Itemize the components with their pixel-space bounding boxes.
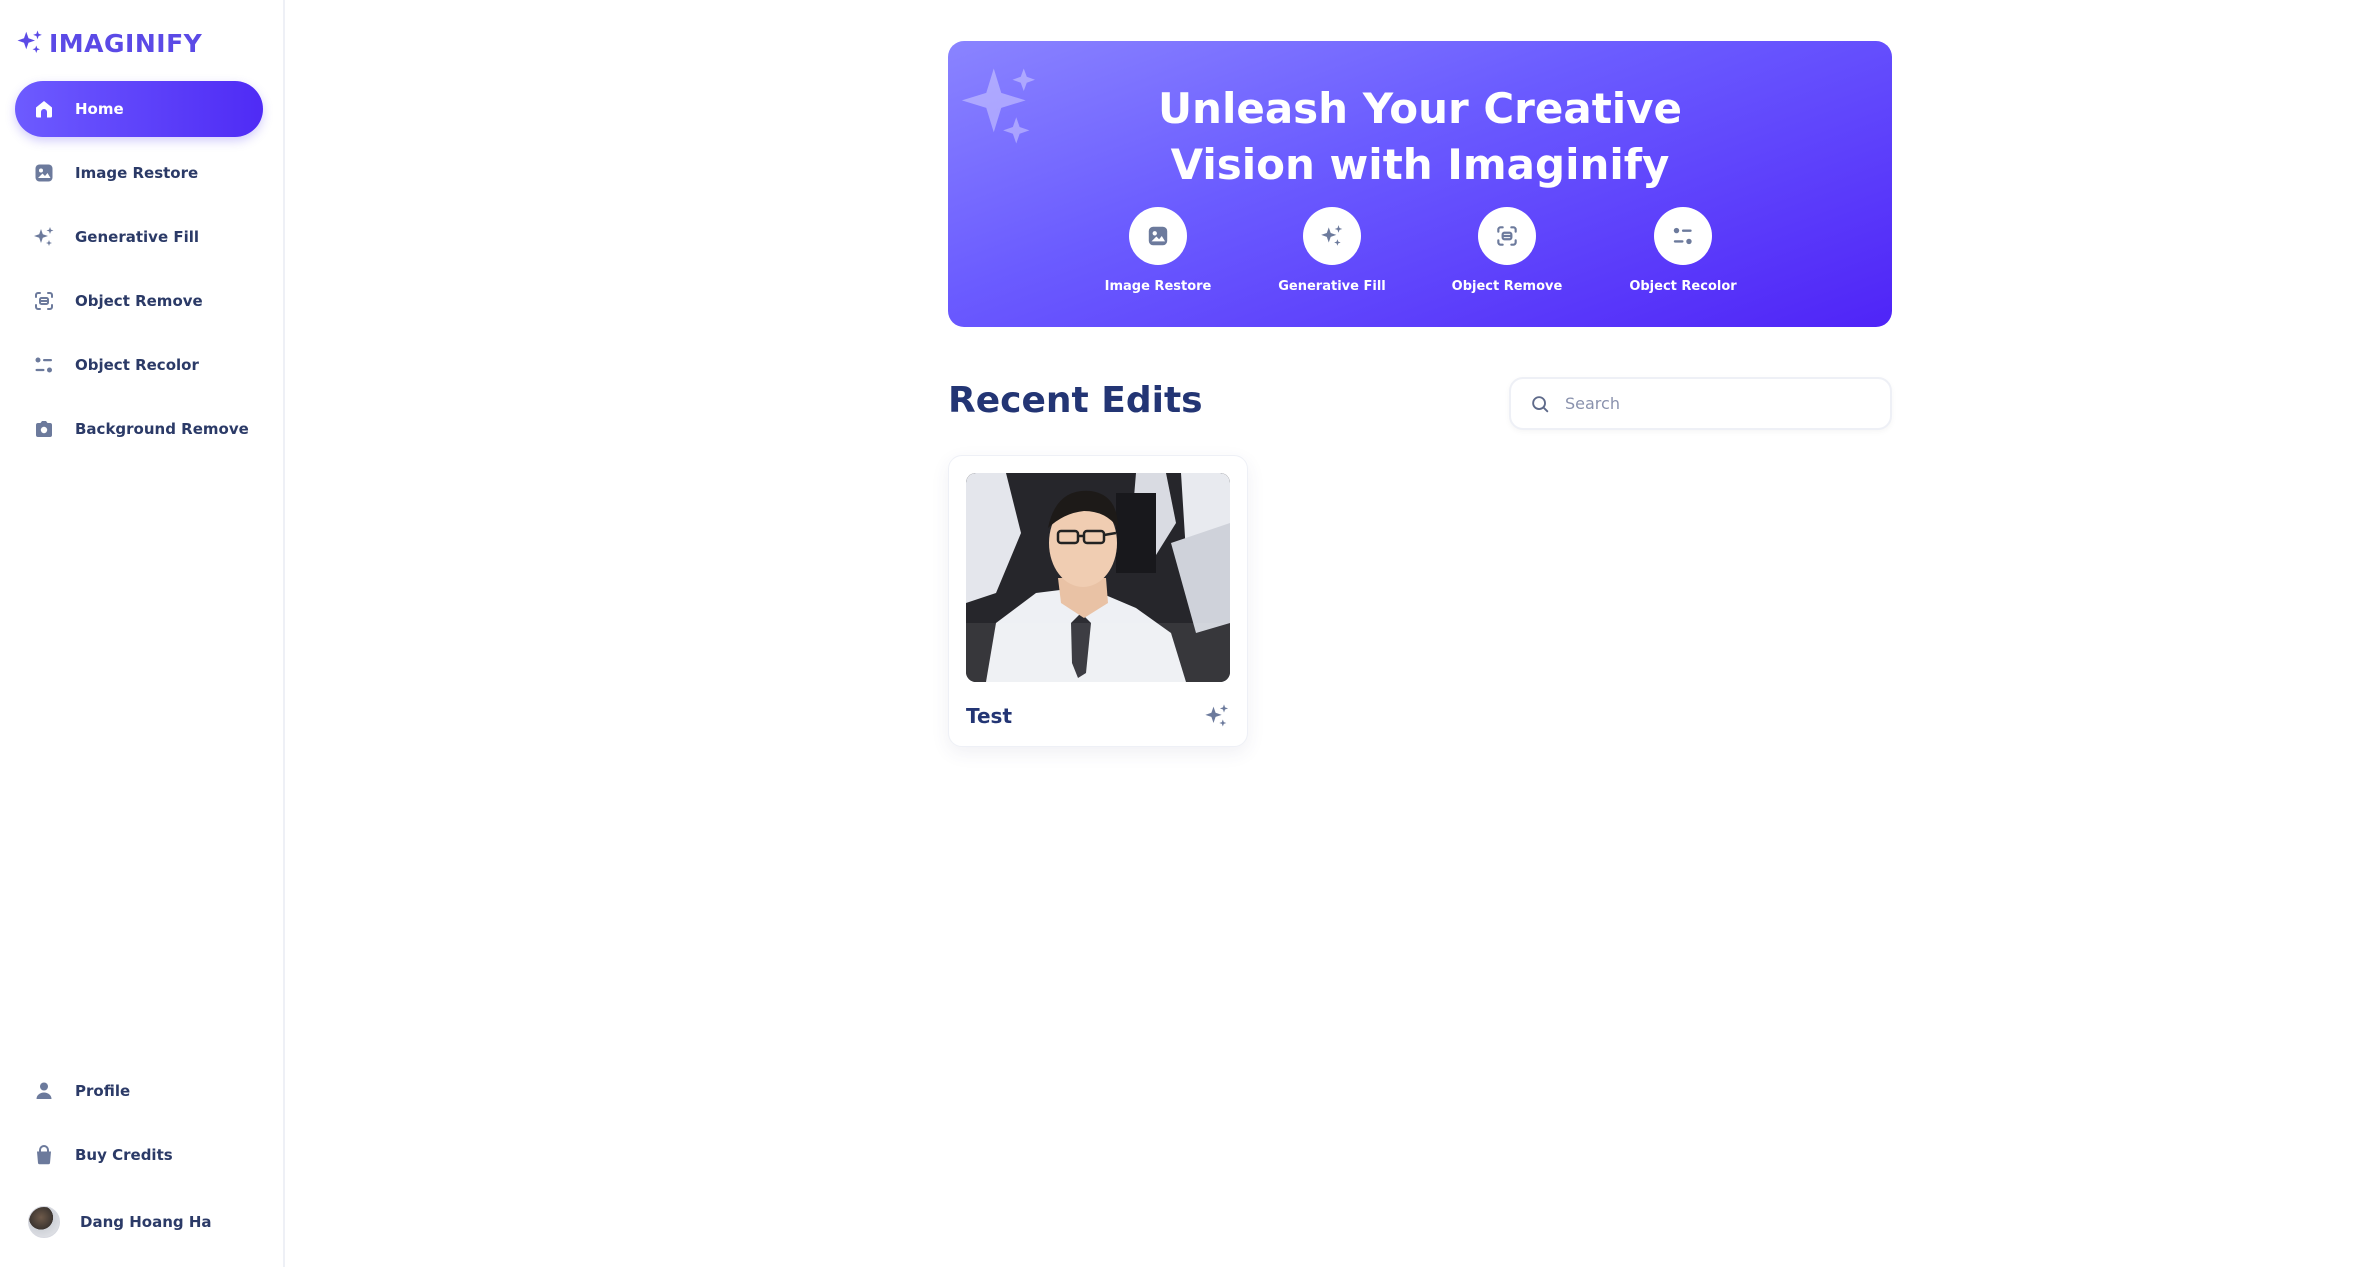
recent-edit-title: Test <box>966 704 1013 728</box>
sidebar-item-label: Object Remove <box>75 292 203 310</box>
stars-icon <box>1205 704 1229 727</box>
image-icon <box>31 160 57 186</box>
sidebar-item-label: Home <box>75 100 124 118</box>
quick-action-label: Object Recolor <box>1629 279 1737 294</box>
sidebar-item-label: Profile <box>75 1082 131 1100</box>
filter-icon <box>31 352 57 378</box>
quick-action-button[interactable] <box>1129 207 1187 265</box>
sidebar-item-object-recolor[interactable]: Object Recolor <box>15 337 263 393</box>
logo-stars-icon <box>17 30 42 53</box>
sidebar-item-label: Buy Credits <box>75 1146 173 1164</box>
quick-action-label: Image Restore <box>1104 279 1212 294</box>
sidebar-item-label: Background Remove <box>75 420 249 438</box>
home-icon <box>31 96 57 122</box>
quick-action-label: Generative Fill <box>1278 279 1386 294</box>
banner-title-line-2: Vision with Imaginify <box>1170 140 1670 189</box>
quick-action-button[interactable] <box>1478 207 1536 265</box>
sidebar-item-home[interactable]: Home <box>15 81 263 137</box>
quick-action-generative-fill[interactable]: Generative Fill <box>1252 207 1412 294</box>
bag-icon <box>31 1142 57 1168</box>
sidebar-item-label: Image Restore <box>75 164 199 182</box>
sidebar-item-profile[interactable]: Profile <box>15 1063 263 1119</box>
sidebar-item-label: Object Recolor <box>75 356 199 374</box>
avatar <box>28 1206 60 1238</box>
thumbnail-photo <box>966 473 1230 682</box>
user-name: Dang Hoang Ha <box>80 1213 212 1231</box>
search-input[interactable] <box>1565 394 1865 413</box>
sidebar-item-label: Generative Fill <box>75 228 200 246</box>
quick-action-button[interactable] <box>1654 207 1712 265</box>
search-icon <box>1532 395 1549 412</box>
stars-icon <box>31 224 57 250</box>
quick-action-object-recolor[interactable]: Object Recolor <box>1603 207 1763 294</box>
image-icon <box>1148 226 1168 246</box>
scan-icon <box>1497 226 1517 246</box>
quick-action-object-remove[interactable]: Object Remove <box>1427 207 1587 294</box>
sidebar-item-object-remove[interactable]: Object Remove <box>15 273 263 329</box>
profile-icon <box>31 1078 57 1104</box>
sidebar-item-buy-credits[interactable]: Buy Credits <box>15 1127 263 1183</box>
recent-edits-title: Recent Edits <box>948 380 1203 421</box>
scan-icon <box>31 288 57 314</box>
sidebar-item-background-remove[interactable]: Background Remove <box>15 401 263 457</box>
filter-icon <box>1673 227 1692 245</box>
banner-title-line-1: Unleash Your Creative <box>1157 84 1683 133</box>
camera-icon <box>31 416 57 442</box>
quick-action-image-restore[interactable]: Image Restore <box>1078 207 1238 294</box>
banner-title: Unleash Your Creative Vision with Imagin… <box>948 81 1892 193</box>
stars-icon <box>1321 225 1343 246</box>
recent-edit-card[interactable]: Test <box>948 455 1248 747</box>
sidebar-item-generative-fill[interactable]: Generative Fill <box>15 209 263 265</box>
app-logo[interactable]: IMAGINIFY <box>15 28 202 58</box>
quick-action-label: Object Remove <box>1451 279 1563 294</box>
hero-banner: Unleash Your Creative Vision with Imagin… <box>948 41 1892 327</box>
app-name: IMAGINIFY <box>49 28 203 58</box>
quick-action-button[interactable] <box>1303 207 1361 265</box>
search-box[interactable] <box>1509 377 1892 430</box>
sidebar: IMAGINIFY Home Image Restore Generative … <box>0 0 285 1267</box>
sidebar-item-image-restore[interactable]: Image Restore <box>15 145 263 201</box>
recent-edit-thumbnail[interactable] <box>966 473 1230 682</box>
user-profile-button[interactable]: Dang Hoang Ha <box>28 1206 212 1238</box>
